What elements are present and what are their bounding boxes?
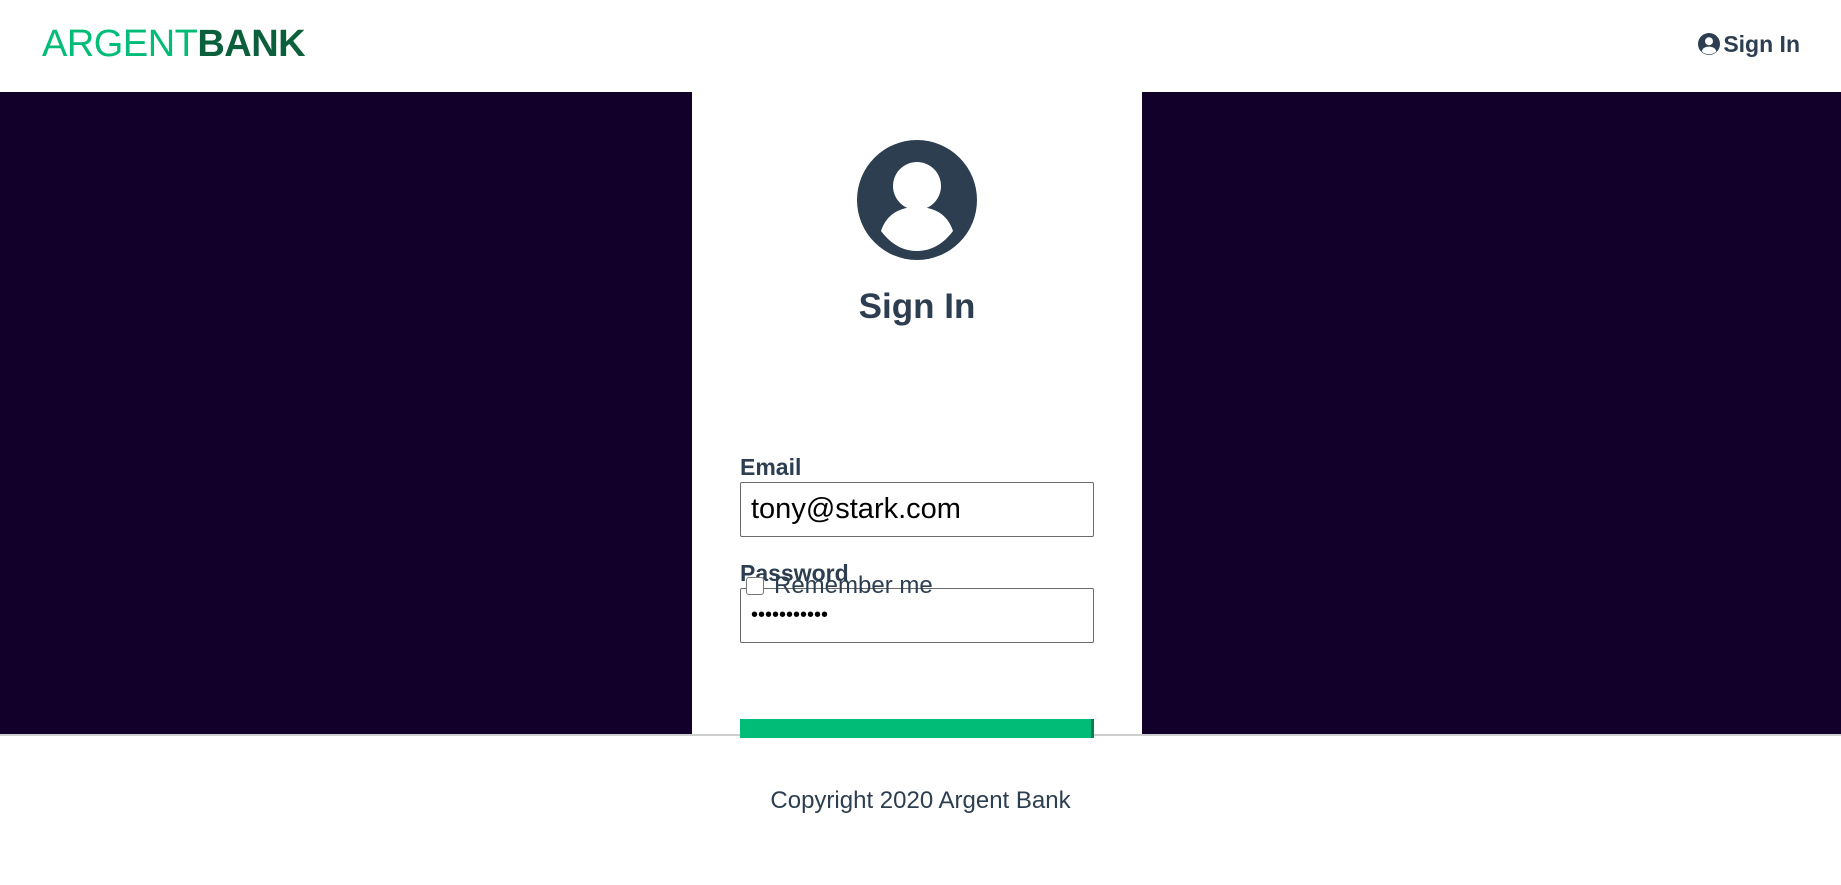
copyright-text: Copyright 2020 Argent Bank [770, 787, 1071, 814]
logo-text-bank: BANK [197, 22, 306, 65]
main-nav: ARGENT BANK Sign In [0, 0, 1841, 92]
email-field[interactable] [740, 482, 1094, 537]
remember-me-label[interactable]: Remember me [774, 572, 933, 600]
sign-in-card: Sign In Email Password Remember me Sign … [692, 92, 1142, 780]
sign-in-title: Sign In [858, 287, 976, 326]
logo-text-argent: ARGENT [42, 22, 198, 65]
nav-sign-in-link[interactable]: Sign In [1697, 31, 1800, 58]
email-label: Email [740, 454, 802, 480]
sign-in-main-area: Sign In Email Password Remember me Sign … [0, 92, 1841, 780]
footer: Copyright 2020 Argent Bank [0, 738, 1841, 885]
remember-me-row: Remember me [746, 572, 933, 600]
user-circle-icon [1697, 32, 1721, 56]
user-circle-icon [857, 140, 977, 260]
nav-sign-in-label: Sign In [1723, 30, 1800, 57]
remember-me-checkbox[interactable] [746, 577, 764, 595]
argent-bank-logo[interactable]: ARGENT BANK [42, 22, 306, 66]
